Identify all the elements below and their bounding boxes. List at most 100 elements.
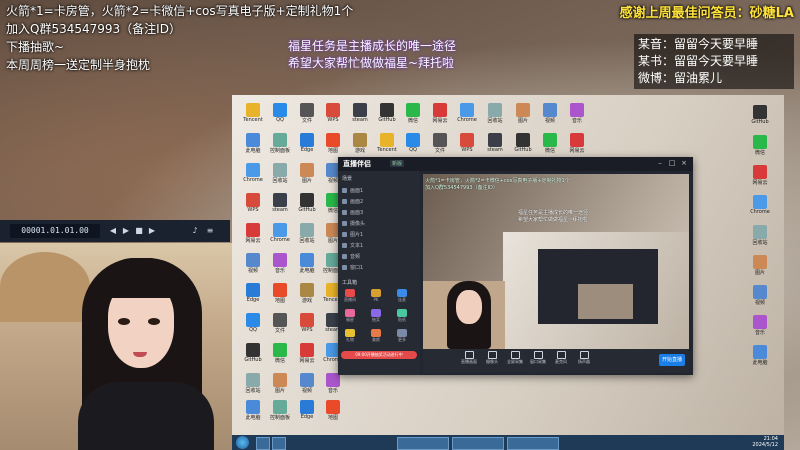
eye-icon[interactable] [342, 265, 347, 270]
desktop-icon[interactable]: 网易云 [564, 133, 590, 154]
bottom-tool-button[interactable]: 麦克风 [551, 351, 571, 365]
taskbar-app-explorer[interactable] [256, 437, 270, 450]
source-row[interactable]: 文本1 [342, 242, 416, 251]
minimize-icon[interactable]: – [655, 159, 665, 168]
desktop-icon[interactable]: steam [267, 193, 293, 213]
desktop-icon[interactable]: 网易云 [747, 165, 773, 186]
desktop-icon[interactable]: 回收站 [482, 103, 508, 124]
eye-icon[interactable] [342, 221, 347, 226]
source-row[interactable]: 画面2 [342, 198, 416, 207]
maximize-icon[interactable]: □ [667, 159, 677, 168]
desktop-icon[interactable]: GitHub [240, 343, 266, 363]
desktop-icon[interactable]: GitHub [510, 133, 536, 153]
taskbar-app-streaming[interactable] [397, 437, 449, 450]
tool-button[interactable]: 连麦 [394, 289, 410, 309]
next-icon[interactable]: ▶ [147, 226, 157, 236]
desktop-icon[interactable]: 控制面板 [267, 400, 293, 421]
desktop-icon[interactable]: steam [482, 133, 508, 153]
taskbar-app-window3[interactable] [507, 437, 559, 450]
eye-icon[interactable] [342, 232, 347, 237]
desktop-icon[interactable]: Chrome [267, 223, 293, 243]
desktop-icon[interactable]: 游戏 [294, 283, 320, 304]
desktop-icon[interactable]: steam [347, 103, 373, 123]
desktop-icon[interactable]: 地图 [320, 400, 346, 421]
eye-icon[interactable] [342, 210, 347, 215]
desktop-icon[interactable]: Chrome [747, 195, 773, 215]
desktop-icon[interactable]: 此电脑 [747, 345, 773, 366]
tool-button[interactable]: 直播间 [342, 289, 358, 309]
desktop-icon[interactable]: 回收站 [294, 223, 320, 244]
tool-button[interactable]: 礼物 [342, 329, 358, 349]
taskbar-app-browser[interactable] [272, 437, 286, 450]
desktop-icon[interactable]: 回收站 [267, 163, 293, 184]
desktop-icon[interactable]: 回收站 [240, 373, 266, 394]
desktop-icon[interactable]: 音乐 [267, 253, 293, 274]
bottom-tool-button[interactable]: 直播画面 [459, 351, 479, 365]
desktop-icon[interactable]: 视频 [240, 253, 266, 274]
eye-icon[interactable] [342, 254, 347, 259]
stop-icon[interactable]: ■ [134, 226, 144, 236]
taskbar-app-window2[interactable] [452, 437, 504, 450]
play-icon[interactable]: ▶ [121, 226, 131, 236]
desktop-icon[interactable]: Edge [240, 283, 266, 303]
desktop-icon[interactable]: 微信 [747, 135, 773, 156]
start-live-button[interactable]: 开始直播 [659, 354, 685, 366]
close-icon[interactable]: × [679, 159, 689, 168]
desktop-icon[interactable]: QQ [400, 133, 426, 153]
bottom-tool-button[interactable]: 摄像头 [482, 351, 502, 365]
desktop-icon[interactable]: 音乐 [320, 373, 346, 394]
desktop-icon[interactable]: Edge [294, 400, 320, 420]
desktop-icon[interactable]: Chrome [454, 103, 480, 123]
desktop-icon[interactable]: WPS [240, 193, 266, 213]
eye-icon[interactable] [342, 199, 347, 204]
menu-icon[interactable]: ≡ [205, 226, 215, 236]
desktop-icon[interactable]: QQ [267, 103, 293, 123]
desktop-icon[interactable]: 游戏 [347, 133, 373, 154]
eye-icon[interactable] [342, 243, 347, 248]
start-button-icon[interactable] [236, 436, 249, 449]
desktop-icon[interactable]: 文件 [294, 103, 320, 124]
desktop-icon[interactable]: 网易云 [240, 223, 266, 244]
desktop-icon[interactable]: 图片 [747, 255, 773, 276]
tool-button[interactable]: 抽奖 [368, 309, 384, 329]
source-row[interactable]: 摄像头 [342, 220, 416, 229]
source-row[interactable]: 画面1 [342, 187, 416, 196]
desktop-icon[interactable]: WPS [294, 313, 320, 333]
desktop-icon[interactable]: 音乐 [564, 103, 590, 124]
desktop-icon[interactable]: WPS [454, 133, 480, 153]
desktop-icon[interactable]: 文件 [427, 133, 453, 154]
source-row[interactable]: 画面3 [342, 209, 416, 218]
desktop-icon[interactable]: 视频 [747, 285, 773, 306]
desktop-icon[interactable]: 微信 [267, 343, 293, 364]
activity-button[interactable]: 09:00开播抽奖活动进行中 [341, 351, 417, 359]
tool-button[interactable]: 美颜 [368, 329, 384, 349]
source-row[interactable]: 图片1 [342, 231, 416, 240]
desktop-icon[interactable]: 回收站 [747, 225, 773, 246]
desktop-icon[interactable]: Tencent [240, 103, 266, 123]
desktop-icon[interactable]: 图片 [510, 103, 536, 124]
desktop-icon[interactable]: 此电脑 [294, 253, 320, 274]
desktop-icon[interactable]: 微信 [400, 103, 426, 124]
desktop-icon[interactable]: 此电脑 [240, 133, 266, 154]
desktop-icon[interactable]: 图片 [294, 163, 320, 184]
desktop-icon[interactable]: 视频 [537, 103, 563, 124]
desktop-icon[interactable]: 网易云 [294, 343, 320, 364]
desktop-icon[interactable]: Chrome [240, 163, 266, 183]
eye-icon[interactable] [342, 188, 347, 193]
desktop-icon[interactable]: GitHub [374, 103, 400, 123]
bottom-tool-button[interactable]: 全屏采集 [505, 351, 525, 365]
desktop-icon[interactable]: Edge [294, 133, 320, 153]
desktop-icon[interactable]: 此电脑 [240, 400, 266, 421]
desktop-icon[interactable]: 视频 [294, 373, 320, 394]
desktop-icon[interactable]: 音乐 [747, 315, 773, 336]
tool-button[interactable]: 贴纸 [394, 309, 410, 329]
bottom-tool-button[interactable]: 窗口采集 [528, 351, 548, 365]
desktop-icon[interactable]: Tencent [374, 133, 400, 153]
desktop-icon[interactable]: 文件 [267, 313, 293, 334]
prev-icon[interactable]: ◀ [108, 226, 118, 236]
source-row[interactable]: 窗口1 [342, 264, 416, 273]
tool-button[interactable]: 福星 [342, 309, 358, 329]
tool-button[interactable]: 更多 [394, 329, 410, 349]
volume-icon[interactable]: ♪ [190, 226, 200, 236]
desktop-icon[interactable]: 控制面板 [267, 133, 293, 154]
